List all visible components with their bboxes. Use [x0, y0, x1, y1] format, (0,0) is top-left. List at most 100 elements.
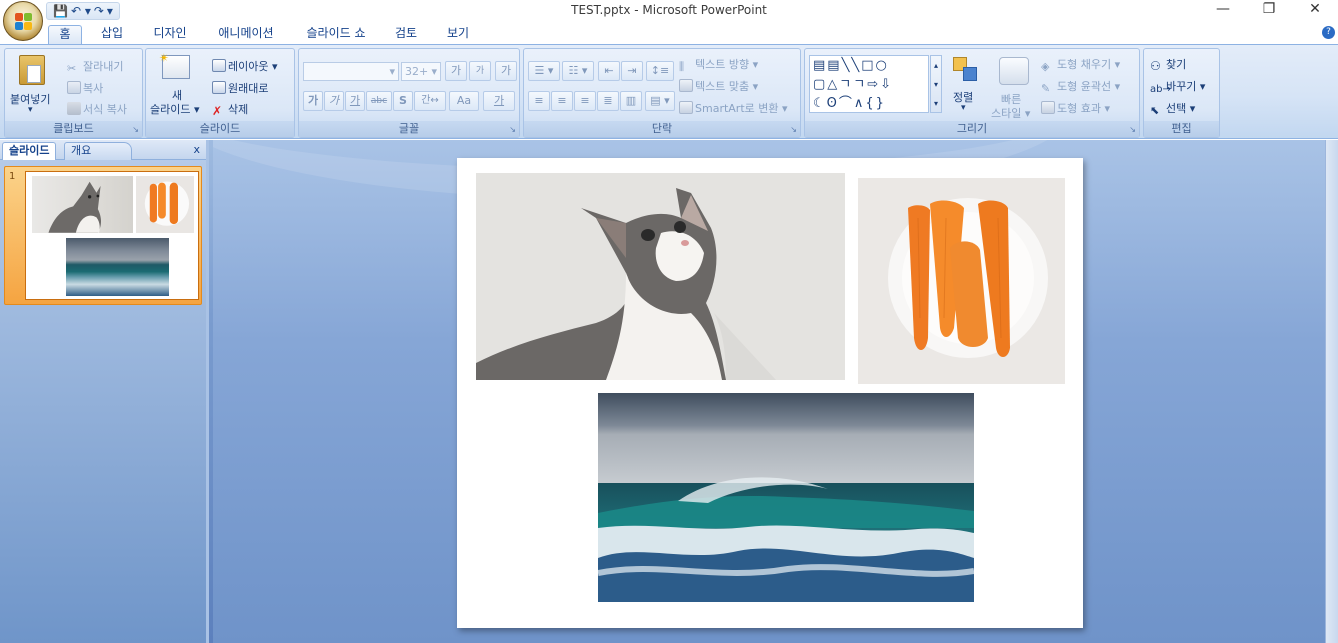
delete-slide-button[interactable]: ✗ 삭제	[212, 101, 249, 118]
quick-styles-icon	[999, 57, 1029, 85]
delete-label: 삭제	[228, 103, 249, 116]
distribute-button[interactable]: ▥	[620, 91, 642, 111]
tab-design[interactable]: 디자인	[145, 25, 195, 44]
cut-label: 잘라내기	[83, 60, 124, 73]
shapes-gallery[interactable]: ▤▤╲╲□○ ▢△ㄱㄱ⇨⇩ ☾ʘ⌒∧{}	[809, 55, 929, 113]
columns-button[interactable]: ▤ ▾	[645, 91, 675, 111]
align-text-button[interactable]: 텍스트 맞춤 ▾	[679, 78, 758, 94]
tab-view[interactable]: 보기	[438, 25, 478, 44]
textbox-shape-icon[interactable]: ▤▤╲╲□○	[813, 58, 889, 73]
bullets-button[interactable]: ☰ ▾	[528, 61, 560, 81]
replace-icon: ab→	[1150, 84, 1171, 95]
find-button[interactable]: ⚇ 찾기	[1150, 56, 1186, 73]
new-slide-button[interactable]: 슬라이드 ▾	[150, 101, 200, 117]
strikethrough-button[interactable]: abc	[366, 91, 392, 111]
office-button[interactable]	[3, 1, 43, 41]
distribute-icon: ▥	[625, 94, 637, 107]
char-spacing-button[interactable]: 간↔	[414, 91, 446, 111]
copy-button[interactable]: 복사	[67, 80, 103, 96]
copy-icon	[67, 81, 81, 94]
slides-group-label: 슬라이드	[146, 121, 294, 137]
font-color-button[interactable]: 가	[483, 91, 515, 111]
tab-slides[interactable]: 슬라이드	[2, 142, 57, 160]
quick-styles-button[interactable]: 스타일 ▾	[991, 105, 1030, 121]
tab-insert[interactable]: 삽입	[92, 25, 132, 44]
slide-pane: 슬라이드 개요 x 1	[0, 140, 209, 643]
shape-effects-button[interactable]: 도형 효과 ▾	[1041, 100, 1110, 116]
slides-group: ✴ 새 슬라이드 ▾ 레이아웃 ▾ 원래대로 ✗ 삭제 슬라이드	[145, 48, 295, 138]
drawing-dialog-launcher-icon[interactable]: ↘	[1129, 125, 1136, 134]
decrease-indent-button[interactable]: ⇤	[598, 61, 620, 81]
undo-icon[interactable]: ↶ ▾	[71, 4, 91, 18]
chevron-down-icon: ▾	[431, 65, 437, 78]
text-direction-button[interactable]: ⫼ 텍스트 방향 ▾	[679, 56, 758, 73]
clipboard-dialog-launcher-icon[interactable]: ↘	[132, 125, 139, 134]
change-case-button[interactable]: Aa	[449, 91, 479, 111]
underline-button[interactable]: 가	[345, 91, 365, 111]
close-pane-icon[interactable]: x	[193, 143, 200, 156]
tab-animations[interactable]: 애니메이션	[208, 25, 284, 44]
bold-button[interactable]: 가	[303, 91, 323, 111]
shape-outline-button[interactable]: ✎ 도형 윤곽선 ▾	[1041, 78, 1120, 95]
thumbnail-wave-image	[66, 238, 169, 296]
select-button[interactable]: ⬉ 선택 ▾	[1150, 100, 1195, 117]
close-button[interactable]: ✕	[1292, 0, 1338, 20]
slide-canvas[interactable]	[457, 158, 1083, 628]
font-name-combo[interactable]: ▾	[303, 62, 399, 81]
paste-dropdown-icon[interactable]: ▾	[28, 105, 33, 115]
minimize-button[interactable]: —	[1200, 0, 1246, 20]
vertical-scrollbar[interactable]	[1325, 140, 1338, 643]
tab-slide-show[interactable]: 슬라이드 쇼	[296, 25, 376, 44]
tab-home[interactable]: 홈	[48, 25, 82, 44]
justify-button[interactable]: ≣	[597, 91, 619, 111]
customize-qat-icon[interactable]: ▾	[107, 4, 113, 18]
quick-access-toolbar: 💾 ↶ ▾ ↷ ▾	[46, 2, 120, 20]
editing-group-label: 편집	[1144, 121, 1219, 137]
numbering-button[interactable]: ☷ ▾	[562, 61, 594, 81]
redo-icon[interactable]: ↷	[94, 4, 104, 18]
basic-shapes-icon[interactable]: ▢△ㄱㄱ⇨⇩	[813, 77, 893, 92]
chevron-down-icon: ▾	[389, 65, 395, 78]
format-painter-button[interactable]: 서식 복사	[67, 101, 127, 117]
slide-thumbnail[interactable]	[25, 171, 199, 300]
paragraph-group: ☰ ▾ ☷ ▾ ⇤ ⇥ ↕≡ ≡ ≡ ≡ ≣ ▥ ▤ ▾ ⫼ 텍스트 방향 ▾ 텍…	[523, 48, 801, 138]
more-shapes-icon[interactable]: ☾ʘ⌒∧{}	[813, 96, 886, 111]
shape-outline-label: 도형 윤곽선 ▾	[1057, 80, 1121, 93]
arrange-icon	[951, 55, 981, 83]
reset-button[interactable]: 원래대로	[212, 80, 268, 96]
align-left-button[interactable]: ≡	[528, 91, 550, 111]
tab-review[interactable]: 검토	[386, 25, 426, 44]
font-dialog-launcher-icon[interactable]: ↘	[509, 125, 516, 134]
thumbnail-cat-image	[32, 176, 133, 233]
help-icon[interactable]: ?	[1322, 26, 1335, 39]
smartart-convert-button[interactable]: SmartArt로 변환 ▾	[679, 100, 788, 116]
grow-font-button[interactable]: 가	[445, 61, 467, 81]
line-spacing-button[interactable]: ↕≡	[646, 61, 674, 81]
clear-format-button[interactable]: 가	[495, 61, 517, 81]
layout-button[interactable]: 레이아웃 ▾	[212, 58, 278, 74]
cut-button[interactable]: ✂ 잘라내기	[67, 58, 123, 75]
shapes-gallery-scroll[interactable]: ▴ ▾ ▾	[930, 55, 942, 113]
paragraph-dialog-launcher-icon[interactable]: ↘	[790, 125, 797, 134]
shrink-font-button[interactable]: 가	[469, 61, 491, 81]
carrot-image[interactable]	[858, 178, 1065, 384]
wave-image[interactable]	[598, 393, 974, 602]
title-bar: TEST.pptx - Microsoft PowerPoint — ❐ ✕	[0, 0, 1338, 22]
arrange-dropdown-icon[interactable]: ▾	[961, 103, 966, 113]
increase-indent-button[interactable]: ⇥	[621, 61, 643, 81]
cat-image[interactable]	[476, 173, 845, 380]
save-icon[interactable]: 💾	[53, 4, 68, 18]
font-size-combo[interactable]: 32+ ▾	[401, 62, 441, 81]
italic-button[interactable]: 가	[324, 91, 344, 111]
replace-button[interactable]: ab→바꾸기 ▾	[1150, 78, 1205, 97]
slide-thumbnail-selected[interactable]: 1	[4, 166, 202, 305]
tab-outline[interactable]: 개요	[64, 142, 132, 160]
align-right-button[interactable]: ≡	[574, 91, 596, 111]
restore-button[interactable]: ❐	[1246, 0, 1292, 20]
drawing-group-label: 그리기	[805, 121, 1139, 137]
shape-effects-label: 도형 효과 ▾	[1057, 102, 1110, 115]
shape-fill-button[interactable]: ◈ 도형 채우기 ▾	[1041, 56, 1120, 73]
window-title: TEST.pptx - Microsoft PowerPoint	[571, 3, 767, 17]
align-center-button[interactable]: ≡	[551, 91, 573, 111]
shadow-button[interactable]: S	[393, 91, 413, 111]
